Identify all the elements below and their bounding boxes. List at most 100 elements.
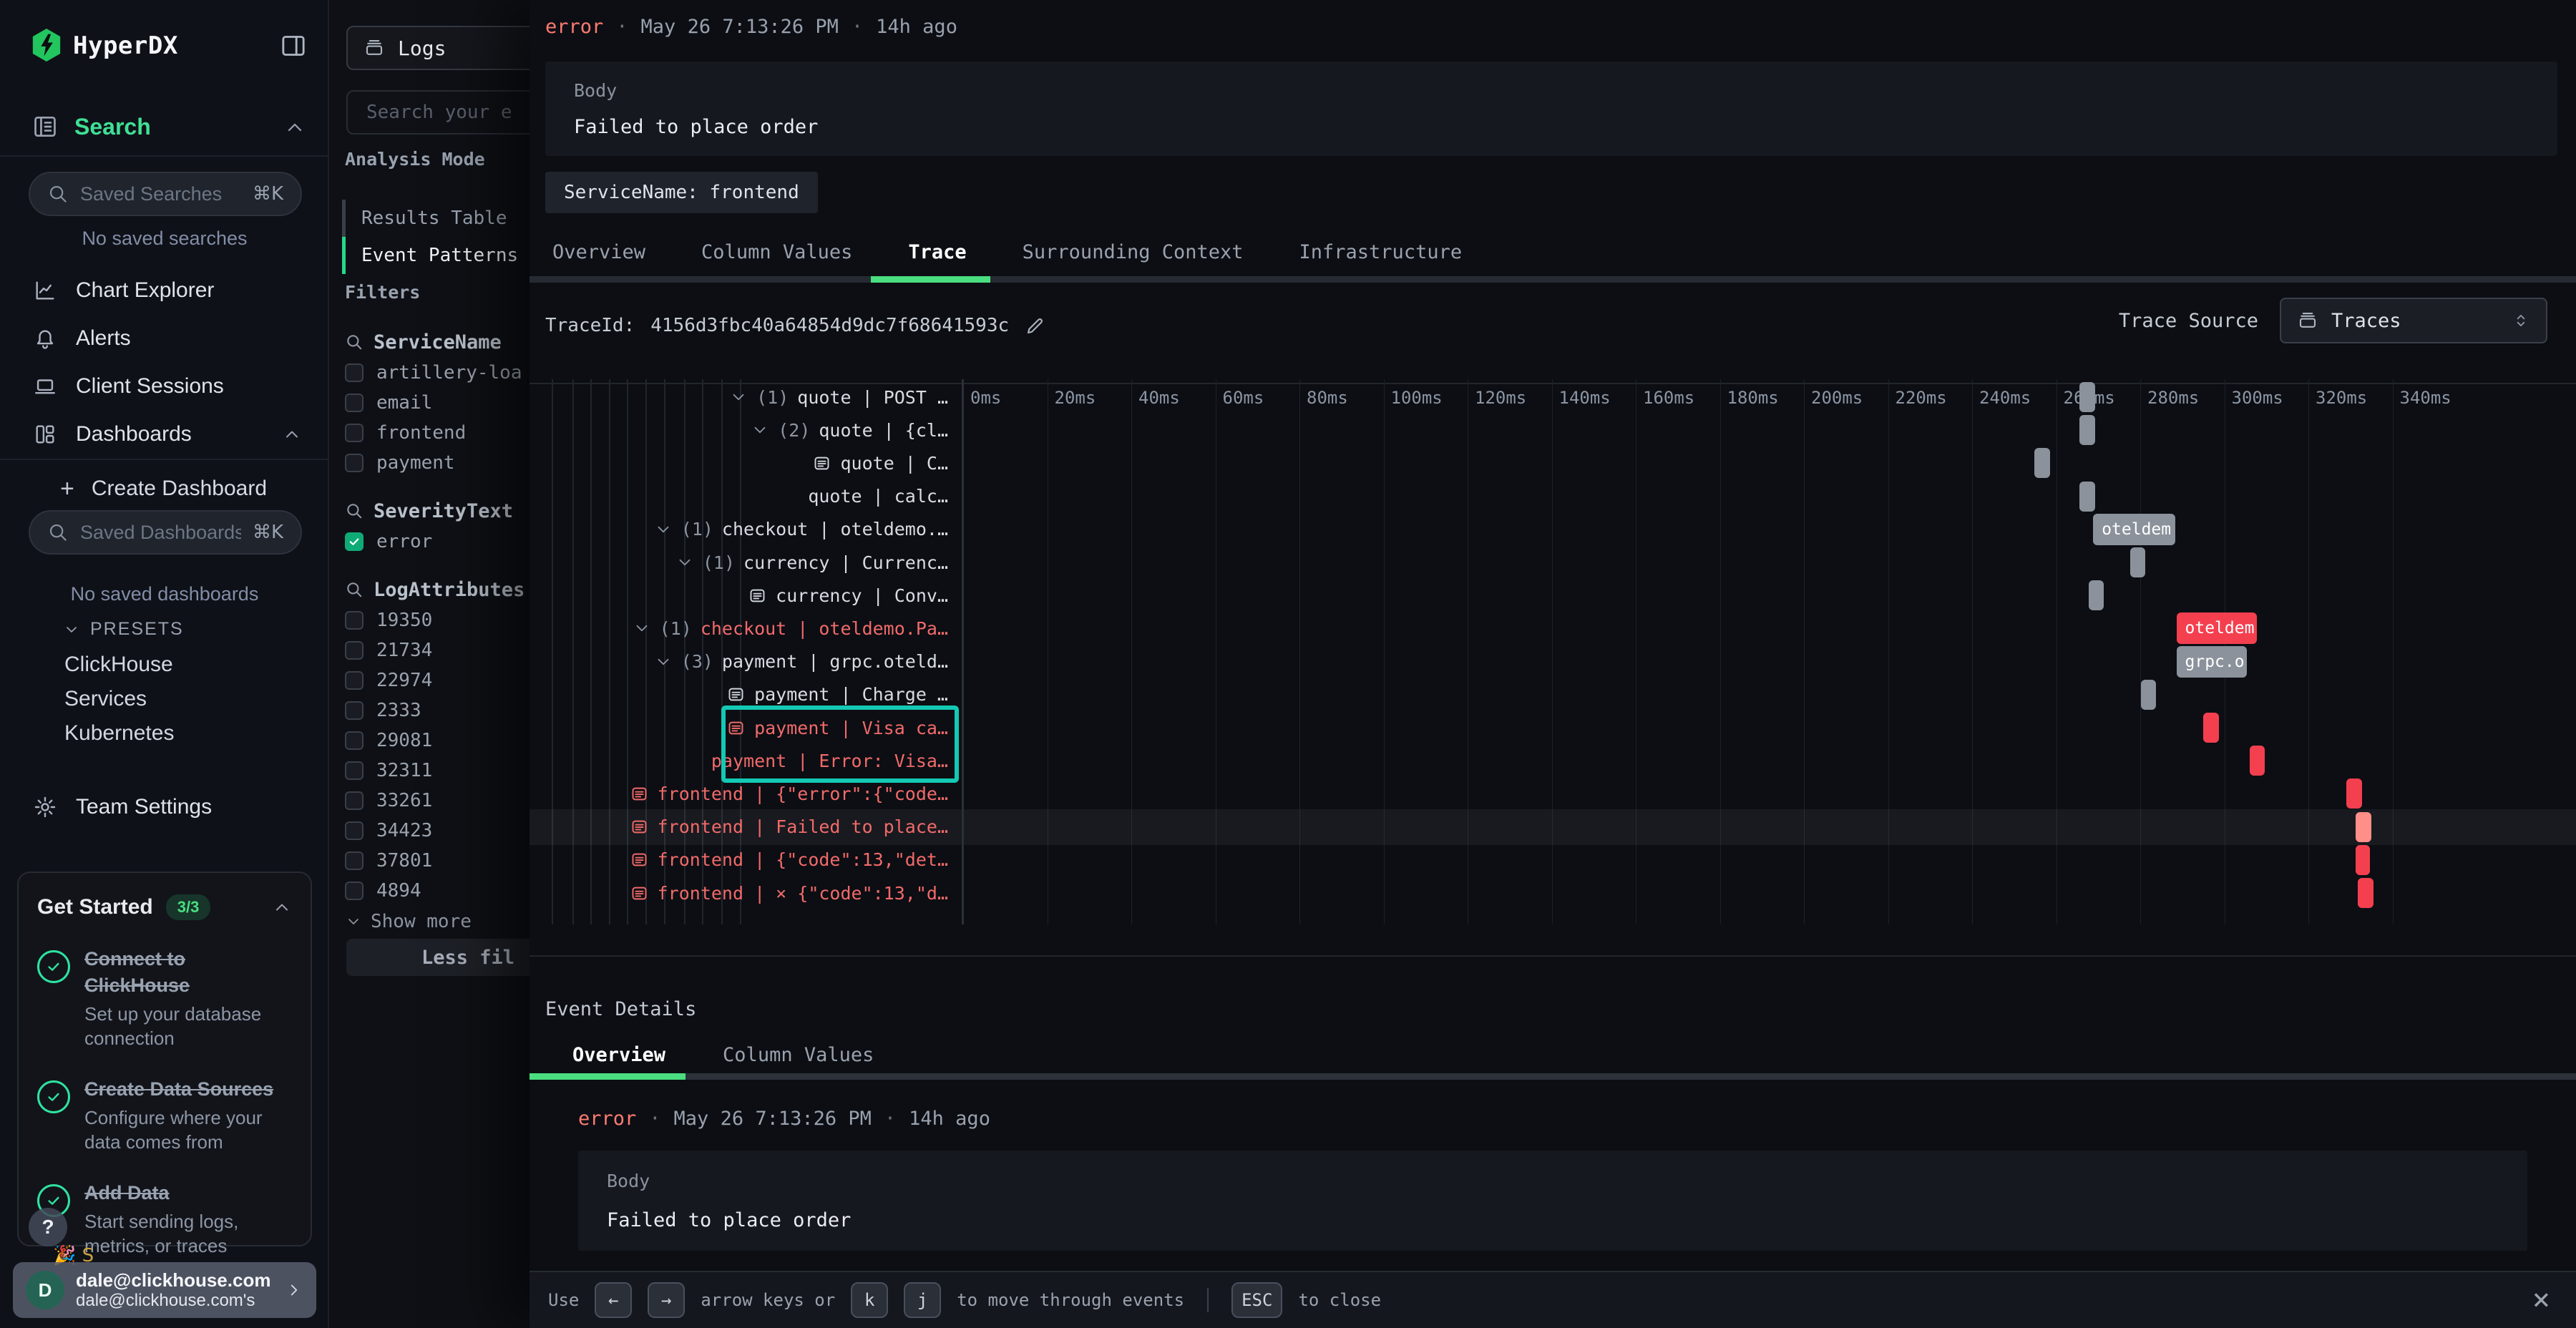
j-key[interactable]: j: [904, 1282, 941, 1318]
filter-value-row[interactable]: 22974: [345, 665, 530, 695]
span-bar[interactable]: [2079, 482, 2095, 512]
tab-infrastructure[interactable]: Infrastructure: [1299, 241, 1463, 263]
span-bar[interactable]: [2079, 382, 2095, 412]
checkbox[interactable]: [345, 424, 364, 442]
user-account-button[interactable]: D dale@clickhouse.com dale@clickhouse.co…: [13, 1262, 316, 1318]
filter-value-row[interactable]: 33261: [345, 786, 530, 816]
service-name-chip[interactable]: ServiceName: frontend: [545, 172, 818, 213]
filter-value-row[interactable]: payment: [345, 448, 530, 478]
create-dashboard-button[interactable]: + Create Dashboard: [0, 465, 329, 512]
sidebar-item-search[interactable]: Search: [0, 107, 329, 149]
span-bar[interactable]: [2130, 547, 2145, 577]
preset-dashboard-services[interactable]: Services: [64, 682, 308, 716]
span-bar-chip[interactable]: oteldem: [2177, 612, 2257, 644]
span-row[interactable]: (2)quote | {cl…: [530, 414, 962, 446]
checkbox[interactable]: [345, 532, 364, 551]
span-row[interactable]: (3)payment | grpc.oteld…: [530, 645, 962, 678]
checkbox[interactable]: [345, 701, 364, 720]
checkbox[interactable]: [345, 671, 364, 690]
checkbox[interactable]: [345, 851, 364, 870]
presets-toggle[interactable]: PRESETS: [63, 619, 184, 640]
span-bar-chip[interactable]: oteldem: [2093, 514, 2175, 545]
saved-searches-input[interactable]: Saved Searches ⌘K: [29, 172, 302, 216]
checkbox[interactable]: [345, 394, 364, 412]
checkbox[interactable]: [345, 821, 364, 840]
checkbox[interactable]: [345, 731, 364, 750]
checkbox[interactable]: [345, 761, 364, 780]
arrow-left-key[interactable]: ←: [595, 1282, 632, 1318]
source-select-button[interactable]: Logs: [346, 26, 530, 70]
filter-value-row[interactable]: 37801: [345, 846, 530, 876]
filter-value-row[interactable]: error: [345, 527, 530, 557]
filter-value-row[interactable]: 34423: [345, 816, 530, 846]
filter-value-row[interactable]: 2333: [345, 695, 530, 726]
span-bar[interactable]: [2079, 415, 2095, 445]
checkbox[interactable]: [345, 882, 364, 900]
esc-key[interactable]: ESC: [1231, 1282, 1282, 1318]
arrow-right-key[interactable]: →: [648, 1282, 685, 1318]
collapse-sidebar-icon[interactable]: [279, 31, 308, 60]
tab-overview[interactable]: Overview: [552, 241, 645, 263]
tab-trace[interactable]: Trace: [908, 241, 966, 263]
span-row[interactable]: quote | calc…: [530, 480, 962, 513]
filter-value-row[interactable]: 19350: [345, 605, 530, 635]
filter-value-row[interactable]: artillery-loa: [345, 358, 530, 388]
checkbox[interactable]: [345, 611, 364, 630]
checkbox[interactable]: [345, 363, 364, 382]
filter-value-row[interactable]: email: [345, 388, 530, 418]
preset-dashboard-clickhouse[interactable]: ClickHouse: [64, 648, 308, 682]
span-bar[interactable]: [2203, 713, 2220, 743]
checkbox[interactable]: [345, 791, 364, 810]
span-row[interactable]: (1)checkout | oteldemo.…: [530, 513, 962, 546]
span-row[interactable]: quote | C…: [530, 446, 962, 479]
filter-value-row[interactable]: 32311: [345, 756, 530, 786]
checkbox[interactable]: [345, 454, 364, 472]
close-icon[interactable]: ×: [2532, 1282, 2550, 1317]
span-bar[interactable]: [2250, 746, 2265, 776]
help-button[interactable]: ?: [29, 1208, 67, 1246]
less-filters-button[interactable]: Less fil: [346, 939, 530, 976]
span-bar[interactable]: [2358, 878, 2373, 908]
span-bar[interactable]: [2141, 680, 2156, 710]
preset-dashboard-kubernetes[interactable]: Kubernetes: [64, 716, 308, 751]
chevron-up-icon[interactable]: [272, 897, 292, 917]
edit-trace-id-icon[interactable]: [1025, 315, 1046, 336]
sidebar-item-chart-explorer[interactable]: Chart Explorer: [0, 266, 329, 314]
show-more-toggle[interactable]: Show more: [345, 906, 530, 937]
details-tab-column-values[interactable]: Column Values: [723, 1044, 874, 1066]
span-bar[interactable]: [2356, 812, 2371, 842]
span-row[interactable]: frontend | {"code":13,"det…: [530, 844, 962, 877]
span-row[interactable]: (1)checkout | oteldemo.Pa…: [530, 612, 962, 645]
span-bar[interactable]: [2346, 778, 2361, 809]
span-row[interactable]: currency | Conv…: [530, 579, 962, 612]
tab-surrounding-context[interactable]: Surrounding Context: [1023, 241, 1244, 263]
event-search-input[interactable]: Search your e: [346, 90, 530, 135]
span-row[interactable]: (1)currency | Currenc…: [530, 546, 962, 579]
sidebar-item-dashboards[interactable]: Dashboards: [0, 410, 329, 458]
filter-value-row[interactable]: 21734: [345, 635, 530, 665]
saved-dashboards-input[interactable]: Saved Dashboards ⌘K: [29, 510, 302, 555]
trace-source-select[interactable]: Traces: [2280, 298, 2547, 343]
filter-value-row[interactable]: 4894: [345, 876, 530, 906]
chevron-up-icon[interactable]: [283, 116, 306, 139]
k-key[interactable]: k: [851, 1282, 888, 1318]
get-started-item[interactable]: Connect to ClickHouseSet up your databas…: [37, 946, 292, 1050]
span-bar[interactable]: [2356, 845, 2370, 875]
span-row[interactable]: (1)quote | POST …: [530, 381, 962, 414]
span-bar-chip[interactable]: grpc.o: [2177, 646, 2247, 678]
span-row[interactable]: frontend | × {"code":13,"d…: [530, 877, 962, 909]
analysis-mode-event-patterns[interactable]: Event Patterns: [342, 237, 530, 274]
analysis-mode-results-table[interactable]: Results Table: [342, 200, 530, 237]
get-started-item[interactable]: Create Data SourcesConfigure where your …: [37, 1076, 292, 1154]
sidebar-item-team-settings[interactable]: Team Settings: [0, 787, 329, 827]
span-row[interactable]: frontend | Failed to place…: [530, 811, 962, 844]
sidebar-item-alerts[interactable]: Alerts: [0, 314, 329, 362]
filter-value-row[interactable]: 29081: [345, 726, 530, 756]
span-bar[interactable]: [2034, 448, 2050, 478]
tab-column-values[interactable]: Column Values: [701, 241, 852, 263]
span-bar[interactable]: [2089, 580, 2104, 610]
checkbox[interactable]: [345, 641, 364, 660]
sidebar-item-client-sessions[interactable]: Client Sessions: [0, 362, 329, 410]
filter-value-row[interactable]: frontend: [345, 418, 530, 448]
details-tab-overview[interactable]: Overview: [572, 1044, 665, 1066]
